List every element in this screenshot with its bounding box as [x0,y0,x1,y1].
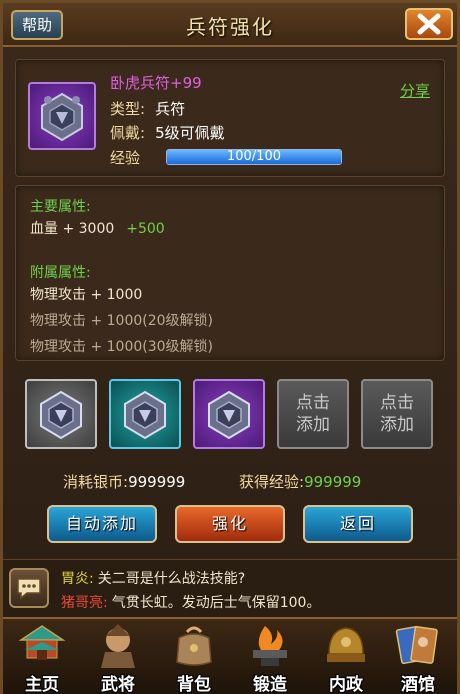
material-slot-3[interactable] [193,379,265,449]
sub-attr-line: 物理攻击 + 1000 [30,287,143,303]
enhance-button[interactable]: 强化 [175,505,285,543]
nav-item-domestic[interactable]: 内政 [311,621,381,694]
back-button[interactable]: 返回 [303,505,413,543]
nav-label: 主页 [25,675,59,694]
item-exp-row: 经验 [110,147,140,168]
empty-slot-add-button[interactable]: 点击 添加 [361,379,433,449]
exp-progress-text: 100/100 [226,149,281,164]
chat-bubble-icon [17,578,41,600]
item-wear-row: 佩戴: 5级可佩戴 [110,122,225,143]
nav-item-home[interactable]: 主页 [7,621,77,694]
general-portrait-icon [101,623,135,668]
gained-exp-label: 获得经验: [239,473,305,491]
empty-slot-add-button[interactable]: 点击 添加 [277,379,349,449]
bingfu-cyan-icon [124,390,166,440]
material-slot-1[interactable] [25,379,97,449]
item-exp-label: 经验 [110,149,141,167]
gained-exp: 获得经验:999999 [239,471,361,492]
nav-item-backpack[interactable]: 背包 [159,621,229,694]
item-type-row: 类型: 兵符 [110,98,185,119]
close-icon [417,13,441,35]
main-attr-text: 血量 + 3000 [30,221,115,237]
silver-cost-label: 消耗银币: [63,473,129,491]
nav-label: 锻造 [253,675,287,694]
bingfu-item-icon [28,82,96,150]
bag-icon [176,626,212,666]
cards-icon [395,625,438,664]
attribute-panel: 主要属性: 血量 + 3000 +500 附属属性: 物理攻击 + 1000 物理… [15,185,445,361]
nav-label: 酒馆 [401,675,435,694]
bottom-nav: 主页 武将 背包 锻造 内政 酒馆 [3,617,457,694]
nav-label: 背包 [177,675,211,694]
nav-label: 内政 [329,675,363,694]
sub-attr-line-locked: 物理攻击 + 1000(30级解锁) [30,339,213,355]
chat-button[interactable] [9,568,49,608]
chat-speaker: 猪哥亮: [61,595,108,611]
helmet-icon [327,626,365,662]
anvil-fire-icon [253,625,287,666]
nav-item-generals[interactable]: 武将 [83,621,153,694]
material-slot-2[interactable] [109,379,181,449]
auto-add-button[interactable]: 自动添加 [47,505,157,543]
palace-icon [18,624,66,660]
chat-text: 关二哥是什么战法技能? [97,571,246,587]
share-link[interactable]: 分享 [400,80,430,101]
item-type-value: 兵符 [155,100,186,118]
silver-cost-value: 999999 [128,473,186,491]
silver-cost: 消耗银币:999999 [63,471,185,492]
sub-attr-title: 附属属性: [30,265,91,281]
item-name: 卧虎兵符+99 [110,74,202,92]
chat-message: 猪哥亮: 气贯长虹。发动后士气保留100。 [61,592,320,612]
chat-area: 胃炎: 关二哥是什么战法技能? 猪哥亮: 气贯长虹。发动后士气保留100。 [3,559,457,617]
nav-item-tavern[interactable]: 酒馆 [383,621,453,694]
empty-slot-text: 点击 添加 [380,393,414,435]
item-type-label: 类型: [110,100,146,118]
gained-exp-value: 999999 [304,473,362,491]
page-title: 兵符强化 [186,15,274,39]
main-attr-line: 血量 + 3000 +500 [30,218,165,238]
item-wear-label: 佩戴: [110,124,146,142]
nav-label: 武将 [101,675,135,694]
nav-item-forge[interactable]: 锻造 [235,621,305,694]
chat-speaker: 胃炎: [61,571,94,587]
bingfu-grey-icon [40,390,82,440]
bingfu-purple-icon [208,390,250,440]
empty-slot-text: 点击 添加 [296,393,330,435]
title-bar: 帮助 兵符强化 [3,3,457,47]
item-wear-value: 5级可佩戴 [155,124,225,142]
chat-text: 气贯长虹。发动后士气保留100。 [111,595,321,611]
close-button[interactable] [405,8,453,40]
main-attr-bonus: +500 [126,221,165,237]
enhance-window: 帮助 兵符强化 卧虎兵符+99 分享 类型: 兵符 佩戴: 5级可佩戴 经验 1… [0,0,460,694]
main-attr-title: 主要属性: [30,199,91,215]
sub-attr-line-locked: 物理攻击 + 1000(20级解锁) [30,313,213,329]
chat-message: 胃炎: 关二哥是什么战法技能? [61,568,245,588]
item-info-panel: 卧虎兵符+99 分享 类型: 兵符 佩戴: 5级可佩戴 经验 100/100 [15,59,445,177]
exp-progress-bar: 100/100 [166,149,342,165]
